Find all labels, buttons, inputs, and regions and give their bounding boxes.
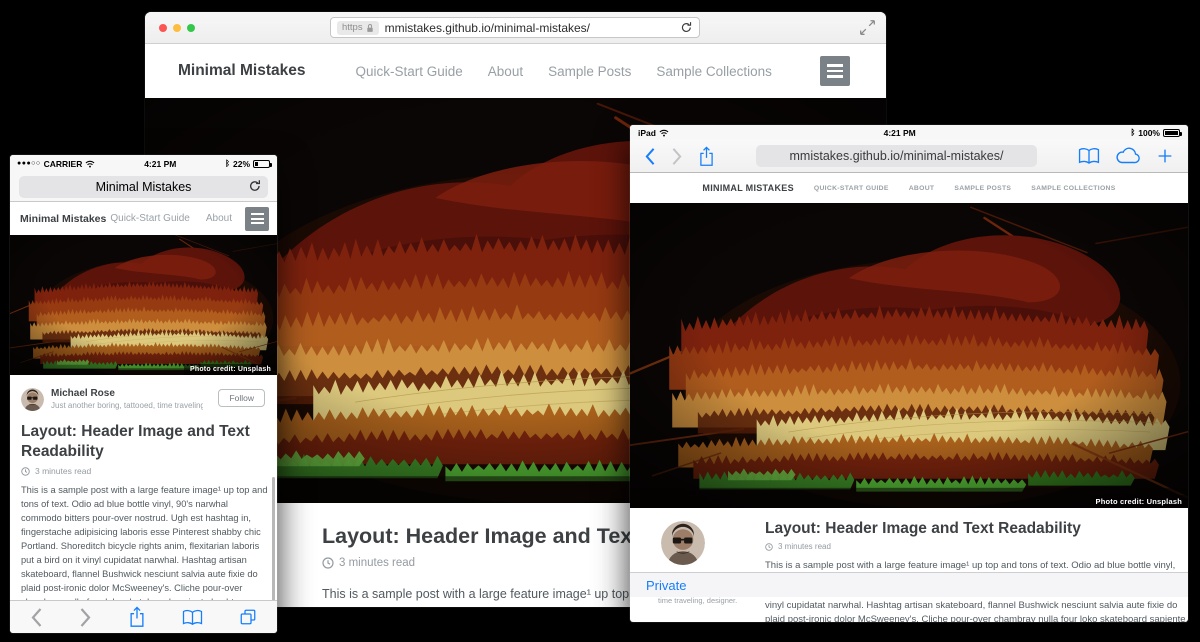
read-time-label: 3 minutes read	[778, 542, 831, 551]
site-title-link[interactable]: Minimal Mistakes	[20, 213, 106, 225]
site-title-link[interactable]: MINIMAL MISTAKES	[702, 183, 793, 193]
scheme-label: https	[342, 22, 363, 33]
ipad-status-bar: iPad 4:21 PM ᛒ 100%	[630, 125, 1188, 140]
site-masthead: Minimal Mistakes Quick-Start Guide About…	[145, 44, 886, 98]
minimize-window-button[interactable]	[173, 24, 181, 32]
author-bio: Just another boring, tattooed, time trav…	[51, 401, 203, 410]
clock-icon	[765, 543, 773, 551]
author-row: Michael Rose Just another boring, tattoo…	[21, 388, 267, 411]
reload-button[interactable]	[680, 21, 693, 34]
nav-link-sample-collections[interactable]: SAMPLE COLLECTIONS	[1031, 185, 1115, 192]
article-paragraph: This is a sample post with a large featu…	[21, 484, 268, 609]
ipad-toolbar: mmistakes.github.io/minimal-mistakes/	[630, 140, 1188, 173]
bluetooth-icon: ᛒ	[1130, 128, 1135, 137]
header-feature-image: Photo credit: Unsplash	[630, 203, 1188, 508]
back-button[interactable]	[644, 147, 656, 166]
nav-link-sample-posts[interactable]: Sample Posts	[548, 64, 631, 79]
close-window-button[interactable]	[159, 24, 167, 32]
battery-percent: 100%	[1138, 128, 1160, 138]
ipad-article: Michael Rose Just another boring, tattoo…	[630, 508, 1188, 597]
wifi-icon	[85, 160, 95, 168]
battery-percent: 22%	[233, 159, 250, 169]
nav-link-sample-collections[interactable]: Sample Collections	[656, 64, 772, 79]
iphone-masthead: Minimal Mistakes Quick-Start Guide About	[10, 202, 277, 235]
battery-icon	[253, 160, 270, 168]
leaves-artwork	[10, 235, 277, 375]
reload-button[interactable]	[248, 179, 262, 193]
iphone-article: Michael Rose Just another boring, tattoo…	[10, 375, 277, 620]
url-title-text: Minimal Mistakes	[96, 180, 192, 194]
nav-link-quick-start[interactable]: Quick-Start Guide	[356, 64, 463, 79]
tabs-icon[interactable]	[239, 608, 257, 626]
photo-credit-caption: Photo credit: Unsplash	[1090, 495, 1189, 508]
ipad-safari-window: iPad 4:21 PM ᛒ 100%	[630, 125, 1188, 622]
url-text: mmistakes.github.io/minimal-mistakes/	[790, 149, 1004, 163]
site-title-link[interactable]: Minimal Mistakes	[178, 62, 306, 80]
menu-toggle-button[interactable]	[820, 56, 850, 86]
nav-link-quick-start[interactable]: QUICK-START GUIDE	[814, 185, 889, 192]
author-avatar	[661, 521, 705, 565]
device-label: iPad	[638, 128, 656, 138]
photo-credit-caption: Photo credit: Unsplash	[184, 364, 277, 375]
nav-link-about[interactable]: About	[206, 213, 232, 224]
share-icon[interactable]	[128, 606, 146, 628]
zoom-window-button[interactable]	[187, 24, 195, 32]
read-time-meta: 3 minutes read	[765, 542, 1188, 551]
iphone-address-bar[interactable]: Minimal Mistakes	[19, 176, 268, 198]
page-title: Layout: Header Image and Text Readabilit…	[21, 422, 267, 461]
header-feature-image: Photo credit: Unsplash	[10, 235, 277, 375]
clock-icon	[322, 557, 334, 569]
https-badge: https	[337, 21, 379, 35]
bluetooth-icon: ᛒ	[225, 159, 230, 168]
nav-link-about[interactable]: ABOUT	[909, 185, 935, 192]
ipad-masthead: MINIMAL MISTAKES QUICK-START GUIDE ABOUT…	[630, 173, 1188, 203]
iphone-bottom-toolbar	[10, 600, 277, 633]
private-button[interactable]: Private	[646, 578, 686, 593]
status-time: 4:21 PM	[95, 159, 225, 169]
icloud-tabs-icon[interactable]	[1115, 147, 1141, 165]
forward-button[interactable]	[671, 147, 683, 166]
url-text: mmistakes.github.io/minimal-mistakes/	[385, 21, 674, 35]
nav-link-sample-posts[interactable]: SAMPLE POSTS	[954, 185, 1011, 192]
read-time-label: 3 minutes read	[35, 466, 91, 476]
read-time-meta: 3 minutes read	[21, 466, 267, 476]
menu-toggle-button[interactable]	[245, 207, 269, 231]
nav-link-quick-start[interactable]: Quick-Start Guide	[110, 213, 189, 224]
signal-dots: ●●●○○	[17, 160, 41, 167]
article-main-column: Layout: Header Image and Text Readabilit…	[765, 520, 1188, 622]
browser-titlebar: https mmistakes.github.io/minimal-mistak…	[145, 12, 886, 44]
lock-icon	[366, 23, 374, 33]
private-browsing-bar: Private	[630, 572, 1188, 597]
author-name: Michael Rose	[51, 388, 203, 399]
iphone-safari-window: ●●●○○ CARRIER 4:21 PM ᛒ 22% Minimal Mist…	[10, 155, 277, 633]
new-tab-icon[interactable]	[1156, 147, 1174, 165]
iphone-status-bar: ●●●○○ CARRIER 4:21 PM ᛒ 22%	[10, 155, 277, 172]
battery-icon	[1163, 129, 1180, 137]
ipad-address-bar[interactable]: mmistakes.github.io/minimal-mistakes/	[756, 145, 1037, 167]
share-icon[interactable]	[698, 146, 715, 167]
status-time: 4:21 PM	[669, 128, 1130, 138]
nav-link-about[interactable]: About	[488, 64, 523, 79]
carrier-label: CARRIER	[44, 159, 83, 169]
author-avatar	[21, 388, 44, 411]
bookmarks-icon[interactable]	[182, 609, 203, 626]
wifi-icon	[659, 129, 669, 137]
bookmarks-icon[interactable]	[1078, 147, 1100, 165]
fullscreen-icon[interactable]	[859, 19, 876, 36]
iphone-url-row: Minimal Mistakes	[10, 172, 277, 202]
page-title: Layout: Header Image and Text Readabilit…	[765, 520, 1188, 538]
follow-button[interactable]: Follow	[218, 389, 265, 407]
composite-canvas: https mmistakes.github.io/minimal-mistak…	[0, 0, 1200, 642]
address-bar[interactable]: https mmistakes.github.io/minimal-mistak…	[330, 17, 700, 38]
leaves-artwork	[630, 203, 1188, 508]
forward-button[interactable]	[79, 607, 92, 628]
back-button[interactable]	[30, 607, 43, 628]
clock-icon	[21, 467, 30, 476]
read-time-label: 3 minutes read	[339, 557, 415, 569]
